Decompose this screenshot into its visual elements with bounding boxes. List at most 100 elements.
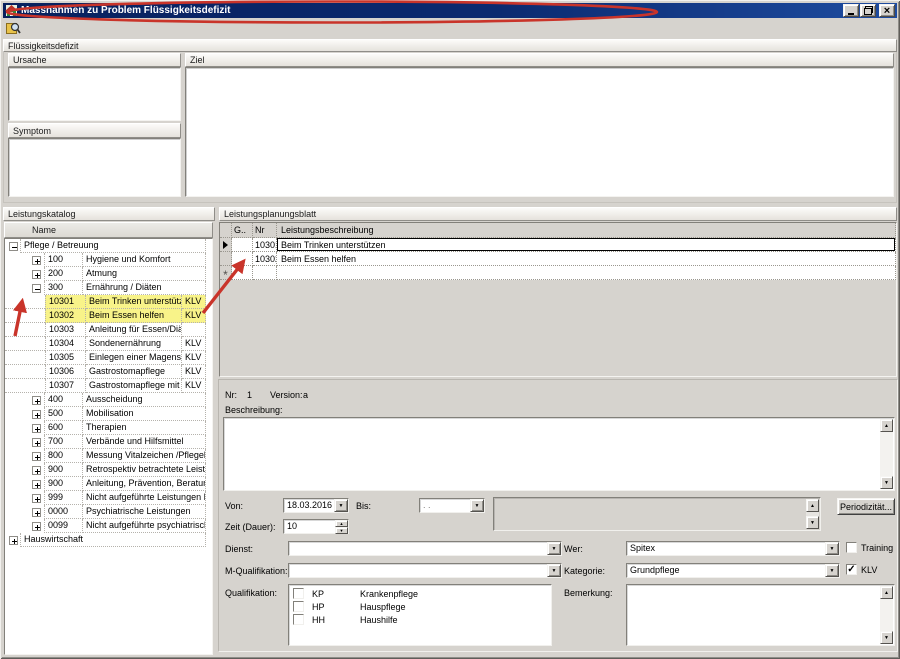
collapse-icon-300[interactable] xyxy=(32,284,41,293)
tree-item-800[interactable]: 800 Messung Vitalzeichen /Pflegehandlung… xyxy=(5,449,212,463)
bemerkung-scrollbar[interactable] xyxy=(880,586,893,644)
beschreibung-textarea[interactable] xyxy=(223,417,895,491)
chevron-down-icon[interactable] xyxy=(470,499,484,512)
kategorie-combo[interactable]: Grundpflege xyxy=(626,563,840,578)
scroll-up-icon[interactable] xyxy=(806,499,819,512)
spin-up-icon[interactable] xyxy=(335,520,348,527)
current-row-marker xyxy=(220,238,232,252)
ziel-textarea[interactable] xyxy=(185,67,894,197)
scroll-up-icon[interactable] xyxy=(880,419,893,432)
restore-button[interactable] xyxy=(860,4,876,17)
tree-item-10307[interactable]: 10307 Gastrostomapflege mit Kompl... KLV xyxy=(5,379,212,393)
expand-icon[interactable] xyxy=(32,410,41,419)
expand-icon[interactable] xyxy=(32,494,41,503)
tree-item-0099[interactable]: 0099 Nicht aufgeführte psychiatrische Le… xyxy=(5,519,212,533)
scroll-down-icon[interactable] xyxy=(880,476,893,489)
tree-item-400[interactable]: 400 Ausscheidung xyxy=(5,393,212,407)
expand-icon[interactable] xyxy=(32,424,41,433)
von-date-combo[interactable]: 18.03.2016 xyxy=(283,498,349,513)
spinner-buttons[interactable] xyxy=(335,520,348,533)
m-qualifikation-label: M-Qualifikation: xyxy=(225,566,288,576)
chevron-down-icon[interactable] xyxy=(825,542,839,555)
minimize-button[interactable] xyxy=(843,4,859,17)
tree-item-999[interactable]: 999 Nicht aufgeführte Leistungen Pflege … xyxy=(5,491,212,505)
symptom-textarea[interactable] xyxy=(8,138,181,197)
tree-item-500[interactable]: 500 Mobilisation xyxy=(5,407,212,421)
plan-row-new[interactable] xyxy=(220,266,896,280)
tree-item-10302[interactable]: 10302 Beim Essen helfen KLV xyxy=(5,309,212,323)
tree-item-10301[interactable]: 10301 Beim Trinken unterstützen KLV xyxy=(5,295,212,309)
qual-name: Krankenpflege xyxy=(360,589,418,599)
tree-item-600[interactable]: 600 Therapien xyxy=(5,421,212,435)
grid-cell-beschreibung[interactable]: Beim Trinken unterstützen xyxy=(277,238,896,252)
bemerkung-textarea[interactable] xyxy=(626,584,895,646)
periodizitaet-button[interactable]: Periodizität... xyxy=(837,498,895,515)
kp-checkbox[interactable] xyxy=(293,588,304,599)
tree-item-200[interactable]: 200 Atmung xyxy=(5,267,212,281)
training-checkbox[interactable] xyxy=(846,542,857,553)
tree-item-900b[interactable]: 900 Anleitung, Prävention, Beratung, Beg… xyxy=(5,477,212,491)
chevron-down-icon[interactable] xyxy=(547,564,561,577)
tree-item-700[interactable]: 700 Verbände und Hilfsmittel xyxy=(5,435,212,449)
tree-item-10303[interactable]: 10303 Anleitung für Essen/Diät xyxy=(5,323,212,337)
column-header-leistungsbeschreibung[interactable]: Leistungsbeschreibung xyxy=(277,223,896,238)
tree-item-hauswirtschaft[interactable]: Hauswirtschaft xyxy=(5,533,212,547)
plan-row-10301[interactable]: 10301 Beim Trinken unterstützen xyxy=(220,238,896,252)
column-header-nr[interactable]: Nr xyxy=(253,223,277,238)
plan-row-10302[interactable]: 10302 Beim Essen helfen xyxy=(220,252,896,266)
hh-checkbox[interactable] xyxy=(293,614,304,625)
beschreibung-scrollbar[interactable] xyxy=(880,419,893,489)
tree-item-10306[interactable]: 10306 Gastrostomapflege KLV xyxy=(5,365,212,379)
toolbar-search-button[interactable] xyxy=(5,20,22,36)
hp-checkbox[interactable] xyxy=(293,601,304,612)
tree-item-100[interactable]: 100 Hygiene und Komfort xyxy=(5,253,212,267)
scroll-down-icon[interactable] xyxy=(806,516,819,529)
tree-item-code: 500 xyxy=(44,407,83,421)
expand-icon[interactable] xyxy=(32,256,41,265)
m-qualifikation-combo[interactable] xyxy=(288,563,562,578)
summary-scrollbar[interactable] xyxy=(806,499,819,529)
bis-date-combo[interactable]: . . xyxy=(419,498,485,513)
scroll-up-icon[interactable] xyxy=(880,586,893,599)
klv-checkbox[interactable] xyxy=(846,564,857,575)
grid-cell-beschreibung[interactable] xyxy=(277,266,896,280)
expand-icon[interactable] xyxy=(32,508,41,517)
expand-icon[interactable] xyxy=(32,466,41,475)
list-item-hh[interactable]: HH Haushilfe xyxy=(289,613,551,626)
collapse-icon[interactable] xyxy=(9,242,18,251)
tree-item-10304[interactable]: 10304 Sondenernährung KLV xyxy=(5,337,212,351)
close-icon xyxy=(884,6,890,16)
new-row-marker xyxy=(220,266,232,280)
list-item-hp[interactable]: HP Hauspflege xyxy=(289,600,551,613)
expand-icon[interactable] xyxy=(32,522,41,531)
expand-icon[interactable] xyxy=(9,536,18,545)
dienst-combo[interactable] xyxy=(288,541,562,556)
chevron-down-icon[interactable] xyxy=(547,542,561,555)
spin-down-icon[interactable] xyxy=(335,527,348,534)
tree-item-0000[interactable]: 0000 Psychiatrische Leistungen xyxy=(5,505,212,519)
tree-item-900a[interactable]: 900 Retrospektiv betrachtete Leistungen xyxy=(5,463,212,477)
chevron-down-icon[interactable] xyxy=(825,564,839,577)
ursache-textarea[interactable] xyxy=(8,67,181,121)
tree-column-header-name[interactable]: Name xyxy=(4,222,213,238)
chevron-down-icon[interactable] xyxy=(334,499,348,512)
expand-icon[interactable] xyxy=(32,438,41,447)
expand-icon[interactable] xyxy=(32,396,41,405)
close-button[interactable] xyxy=(879,4,895,17)
zeit-dauer-stepper[interactable]: 10 xyxy=(283,519,349,534)
expand-icon[interactable] xyxy=(32,452,41,461)
tree-item-klv: KLV xyxy=(182,295,206,309)
tree-item-pflege-betreuung[interactable]: Pflege / Betreuung xyxy=(5,239,212,253)
wer-combo[interactable]: Spitex xyxy=(626,541,840,556)
grid-cell-beschreibung[interactable]: Beim Essen helfen xyxy=(277,252,896,266)
scroll-down-icon[interactable] xyxy=(880,631,893,644)
tree-item-10305[interactable]: 10305 Einlegen einer Magensonde KLV xyxy=(5,351,212,365)
tree-item-code: 200 xyxy=(44,267,83,281)
expand-icon[interactable] xyxy=(32,480,41,489)
column-header-g[interactable]: G.. xyxy=(232,223,253,238)
expand-icon[interactable] xyxy=(32,270,41,279)
qualifikation-listbox[interactable]: KP Krankenpflege HP Hauspflege HH Haushi… xyxy=(288,584,552,646)
tree-item-label: Nicht aufgeführte Leistungen Pflege / Be… xyxy=(83,491,206,505)
list-item-kp[interactable]: KP Krankenpflege xyxy=(289,587,551,600)
tree-item-300[interactable]: 300 Ernährung / Diäten xyxy=(5,281,212,295)
